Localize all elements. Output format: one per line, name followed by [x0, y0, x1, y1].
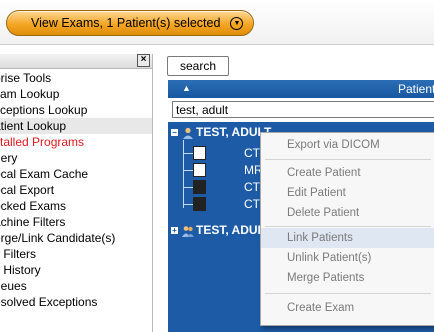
tool-item[interactable]: kam Lookup — [0, 86, 152, 102]
exam-clock-icon — [193, 146, 206, 160]
tool-item[interactable]: erge/Link Candidate(s) — [0, 230, 152, 246]
expand-icon[interactable]: + — [171, 227, 178, 235]
exam-image-icon — [193, 180, 206, 194]
menu-item-edit-patient[interactable]: Edit Patient — [261, 183, 434, 203]
tool-item[interactable]: xceptions Lookup — [0, 102, 152, 118]
tool-item-selected[interactable]: atient Lookup — [0, 118, 152, 134]
menu-item-merge-patients[interactable]: Merge Patients — [261, 268, 434, 288]
tools-list: prise Tools kam Lookup xceptions Lookup … — [0, 69, 152, 310]
tool-item[interactable]: ocked Exams — [0, 198, 152, 214]
exam-modality[interactable]: CT — [244, 146, 260, 160]
view-exams-label: View Exams, 1 Patient(s) selected — [31, 16, 221, 30]
menu-item-export-dicom[interactable]: Export via DICOM — [261, 135, 434, 155]
tool-item[interactable]: achine Filters — [0, 214, 152, 230]
tool-item[interactable]: stalled Programs — [0, 134, 152, 150]
context-menu: Export via DICOM Create Patient Edit Pat… — [260, 132, 434, 326]
patient-row[interactable]: − TEST, ADULT — [171, 124, 271, 140]
tools-panel-header: × — [0, 54, 152, 69]
patient-group-icon — [182, 226, 194, 237]
exam-clock-icon — [193, 163, 206, 177]
exam-image-icon — [193, 197, 206, 211]
patient-icon — [183, 127, 193, 139]
tool-item[interactable]: ocal Export — [0, 182, 152, 198]
search-button[interactable]: search — [167, 56, 229, 76]
view-exams-button[interactable]: View Exams, 1 Patient(s) selected ▼ — [6, 10, 255, 36]
menu-item-unlink-patients[interactable]: Unlink Patient(s) — [261, 248, 434, 268]
top-toolbar: View Exams, 1 Patient(s) selected ▼ — [0, 0, 434, 45]
patient-column-label: Patient — [398, 82, 434, 96]
patient-name: TEST, ADUL — [196, 223, 265, 237]
menu-item-link-patients[interactable]: Link Patients — [261, 228, 434, 248]
tool-item[interactable]: uery — [0, 150, 152, 166]
menu-item-delete-patient[interactable]: Delete Patient — [261, 203, 434, 223]
exam-modality[interactable]: CT — [244, 180, 260, 194]
sort-arrow-icon: ▲ — [182, 83, 191, 93]
collapse-icon[interactable]: − — [171, 129, 178, 137]
menu-item-create-exam[interactable]: Create Exam — [261, 298, 434, 318]
tool-item[interactable]: y Filters — [0, 246, 152, 262]
close-icon[interactable]: × — [137, 54, 150, 67]
tool-item[interactable]: prise Tools — [0, 70, 152, 86]
tool-item[interactable]: esolved Exceptions — [0, 294, 152, 310]
tools-panel: × prise Tools kam Lookup xceptions Looku… — [0, 54, 153, 332]
patient-filter-input[interactable]: test, adult — [172, 101, 434, 118]
patient-column-header[interactable]: ▲ Patient — [168, 80, 434, 98]
tool-item[interactable]: ocal Exam Cache — [0, 166, 152, 182]
tool-item[interactable]: ueues — [0, 278, 152, 294]
menu-item-create-patient[interactable]: Create Patient — [261, 163, 434, 183]
patient-row[interactable]: + TEST, ADUL — [171, 222, 265, 238]
exam-modality[interactable]: CT — [244, 197, 260, 211]
tool-item[interactable]: y History — [0, 262, 152, 278]
chevron-down-icon[interactable]: ▼ — [230, 16, 244, 30]
